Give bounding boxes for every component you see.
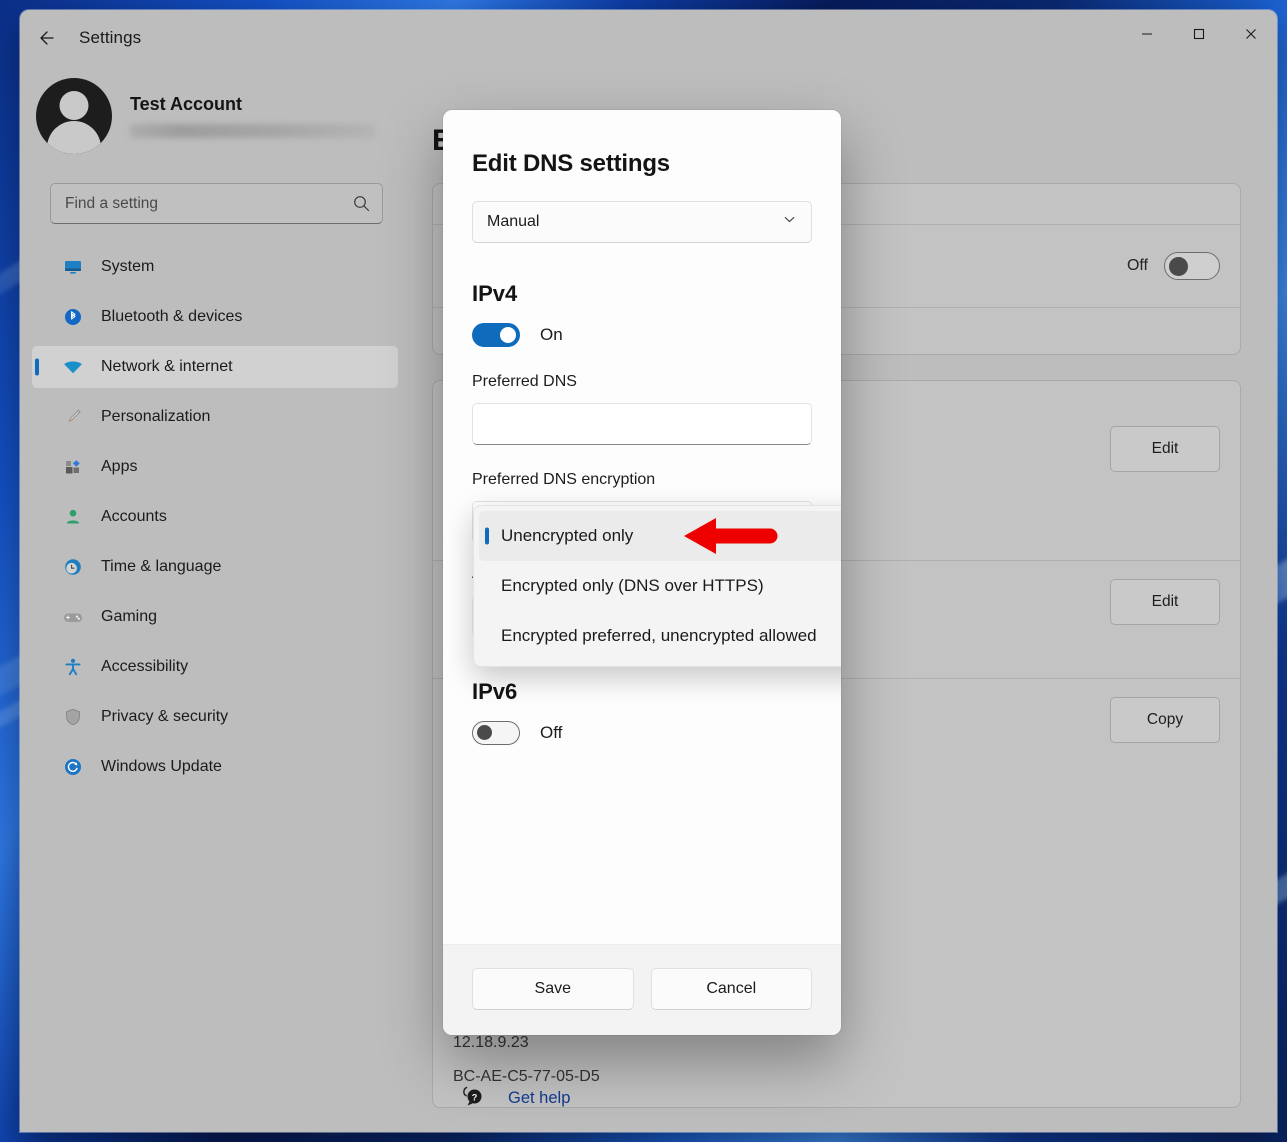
dropdown-option-label: Encrypted preferred, unencrypted allowed xyxy=(501,626,817,645)
dropdown-option-label: Unencrypted only xyxy=(501,526,634,545)
ipv6-toggle-state: Off xyxy=(540,723,563,742)
edit-dns-settings-dialog: Edit DNS settings Manual IPv4 On Preferr… xyxy=(443,110,841,1035)
dns-assignment-value: Manual xyxy=(487,213,540,230)
preferred-dns-label: Preferred DNS xyxy=(472,373,577,390)
cancel-button[interactable]: Cancel xyxy=(650,968,812,1010)
ipv4-toggle-row: On xyxy=(472,323,812,347)
preferred-dns-input[interactable] xyxy=(472,403,812,445)
chevron-down-icon xyxy=(782,212,797,232)
dropdown-option-encrypted-preferred[interactable]: Encrypted preferred, unencrypted allowed xyxy=(479,611,841,661)
dialog-body: Edit DNS settings Manual IPv4 On Preferr… xyxy=(443,110,841,944)
ipv4-toggle-state: On xyxy=(540,325,563,344)
dropdown-option-unencrypted-only[interactable]: Unencrypted only xyxy=(479,511,841,561)
dropdown-option-encrypted-only[interactable]: Encrypted only (DNS over HTTPS) xyxy=(479,561,841,611)
dns-encryption-dropdown-flyout: Unencrypted only Encrypted only (DNS ove… xyxy=(473,505,841,667)
preferred-dns-encryption-label: Preferred DNS encryption xyxy=(472,471,656,488)
ipv6-toggle[interactable] xyxy=(472,721,520,745)
dialog-title: Edit DNS settings xyxy=(472,150,670,177)
ipv4-heading: IPv4 xyxy=(472,281,518,306)
dialog-footer: Save Cancel xyxy=(443,944,841,1035)
save-button[interactable]: Save xyxy=(472,968,634,1010)
desktop-wallpaper: Settings Test Account Find a setting Sys… xyxy=(0,0,1287,1142)
ipv4-toggle[interactable] xyxy=(472,323,520,347)
dropdown-option-label: Encrypted only (DNS over HTTPS) xyxy=(501,576,764,595)
settings-window: Settings Test Account Find a setting Sys… xyxy=(20,10,1277,1132)
ipv6-heading: IPv6 xyxy=(472,679,518,704)
dialog-layer: Edit DNS settings Manual IPv4 On Preferr… xyxy=(20,10,1277,1132)
dns-assignment-combobox[interactable]: Manual xyxy=(472,201,812,243)
ipv6-toggle-row: Off xyxy=(472,721,812,745)
